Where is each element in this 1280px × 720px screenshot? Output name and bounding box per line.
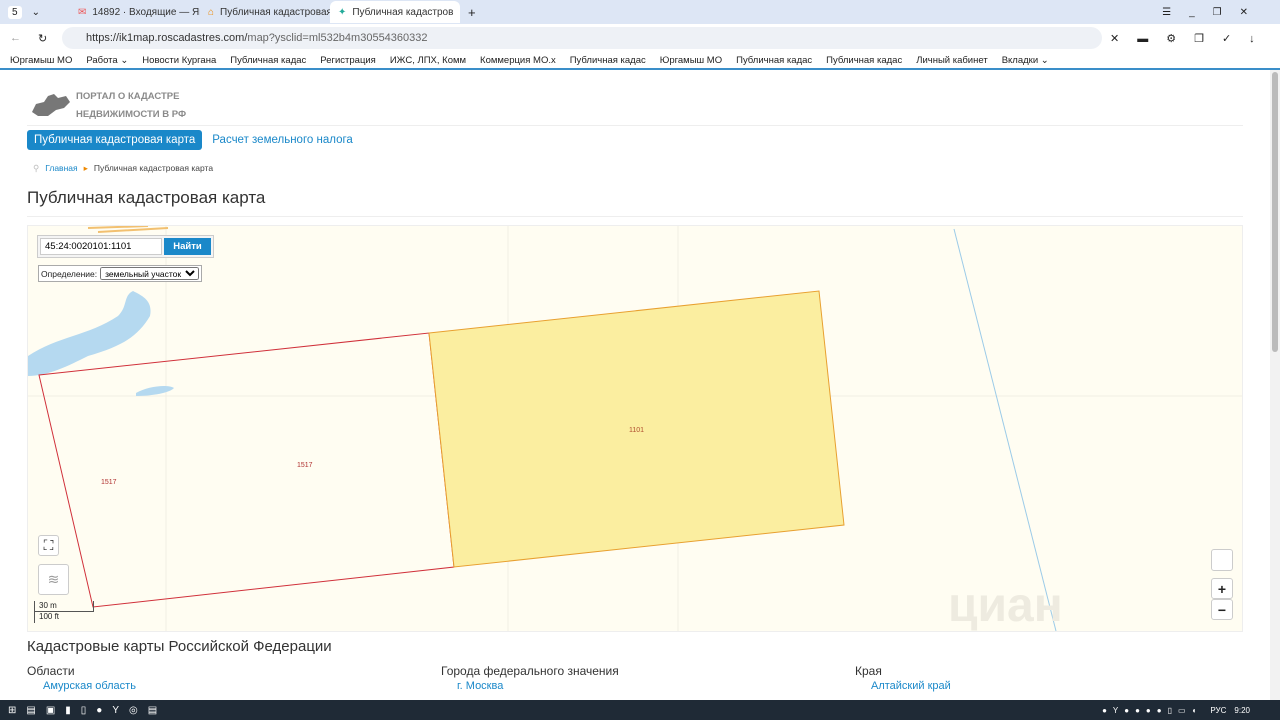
bookmark[interactable]: Публичная кадас [570,55,646,66]
taskbar-app-icons[interactable]: ⊞▤▣▮▯●Y◎▤ [8,705,167,716]
pond [136,385,174,396]
bookmark[interactable]: Юргамыш МО [10,55,72,66]
section-title: Кадастровые карты Российской Федерации [27,638,332,655]
address-bar-row: ← ↻ https://ik1map.roscadastres.com/map?… [0,24,1280,52]
site-logo[interactable]: ПОРТАЛ О КАДАСТРЕ НЕДВИЖИМОСТИ В РФ [30,86,186,122]
site-icon: ✦ [337,6,347,18]
layers-button[interactable]: ≋ [38,564,69,595]
definition-select-group: Определение: земельный участок [38,265,203,282]
bookmark[interactable]: Регистрация [320,55,376,66]
tray-icons[interactable]: ●Y●●●●▯▭◖ [1102,706,1202,715]
road-fragment [87,226,169,233]
divider [27,216,1243,217]
krai-link[interactable]: Алтайский край [855,680,951,693]
cian-watermark: циан [948,579,1063,632]
page-scrollbar[interactable] [1270,70,1280,700]
breadcrumb-current: Публичная кадастровая карта [93,163,214,173]
tab-mail[interactable]: ✉ 14892 · Входящие — Янд [70,1,200,23]
layers-icon: ≋ [47,571,60,587]
chevron-right-icon: ▸ [83,163,88,173]
bookmark[interactable]: Личный кабинет [916,55,987,66]
taskbar: ⊞▤▣▮▯●Y◎▤ ●Y●●●●▯▭◖ РУС 9:20 [0,700,1280,720]
location-pin-icon: ⚲ [33,163,40,173]
bookmark[interactable]: Публичная кадас [230,55,306,66]
bookmark[interactable]: Новости Кургана [142,55,216,66]
bookmark[interactable]: Вкладки ⌄ [1002,55,1049,66]
bookmark[interactable]: Работа ⌄ [86,55,128,66]
tab-cadastre-1[interactable]: ⌂ Публичная кадастровая [200,1,330,23]
toolbar-extension-icons[interactable]: ✕▬⚙❐✓↓ [1110,32,1273,45]
url-input[interactable]: https://ik1map.roscadastres.com/map?yscl… [62,27,1102,49]
parcel-label: 1517 [297,462,313,469]
cadastral-map[interactable]: 1517 1517 1101 циан Найти Определение: з… [27,225,1243,632]
bookmark[interactable]: Коммерция МО.х [480,55,556,66]
bookmark[interactable]: Юргамыш МО [660,55,722,66]
close-tab-icon[interactable]: × [459,7,460,18]
parcel-label: 1517 [101,479,117,486]
frame-icon: ⛶ [43,537,54,553]
breadcrumb-home[interactable]: Главная [45,163,77,174]
scale-bar: 30 m 100 ft [34,601,94,623]
zoom-in-button[interactable]: + [1211,578,1233,599]
mail-icon: ✉ [77,6,87,18]
map-tool-button[interactable] [1211,549,1233,571]
house-icon: ⌂ [207,6,214,18]
find-button[interactable]: Найти [164,238,211,255]
scrollbar-thumb[interactable] [1272,72,1278,352]
lake [28,291,151,376]
reload-icon[interactable]: ↻ [38,32,47,45]
parcel-label: 1101 [629,427,644,434]
cadastral-search: Найти [37,235,214,258]
nav-land-tax[interactable]: Расчет земельного налога [212,134,353,146]
breadcrumb: ⚲ Главная ▸ Публичная кадастровая карта [33,163,213,174]
russia-map-icon [32,94,70,116]
clock[interactable]: 9:20 [1234,706,1250,715]
main-nav: Публичная кадастровая карта Расчет земел… [27,125,1243,150]
map-canvas: 1517 1517 1101 циан [28,226,1242,632]
browser-tab-bar: 5 ⌄ ✉ 14892 · Входящие — Янд ⌂ Публичная к… [0,0,1280,24]
fullscreen-button[interactable]: ⛶ [38,535,59,556]
window-controls[interactable]: ☰_❐✕ [1162,7,1266,18]
bookmark[interactable]: Публичная кадас [826,55,902,66]
city-link[interactable]: г. Москва [441,680,619,693]
column-federal-cities: Города федерального значения г. Москва [441,664,619,693]
tab-counter[interactable]: 5 [8,5,22,19]
nav-cadastral-map[interactable]: Публичная кадастровая карта [27,130,203,150]
definition-select[interactable]: земельный участок [100,267,200,280]
bookmark[interactable]: Публичная кадас [736,55,812,66]
tab-cadastre-active[interactable]: ✦Публичная кадастров× [329,1,460,23]
column-regions: Области Амурская область [27,664,136,693]
cadastral-number-input[interactable] [40,238,162,255]
back-icon[interactable]: ← [10,32,21,44]
page-title: Публичная кадастровая карта [27,188,266,207]
boundary-line [953,228,1057,631]
bookmarks-bar: Юргамыш МО Работа ⌄ Новости Кургана Публ… [0,52,1280,70]
region-link[interactable]: Амурская область [27,680,136,693]
language-indicator[interactable]: РУС [1210,706,1226,715]
parcel-1517[interactable] [38,332,455,608]
bookmark[interactable]: ИЖС, ЛПХ, Комм [390,55,466,66]
column-krais: Края Алтайский край [855,664,951,693]
new-tab-button[interactable]: + [468,5,476,20]
zoom-out-button[interactable]: − [1211,599,1233,620]
tabs-dropdown-icon[interactable]: ⌄ [32,7,40,18]
page-content: ПОРТАЛ О КАДАСТРЕ НЕДВИЖИМОСТИ В РФ Публи… [0,70,1270,700]
